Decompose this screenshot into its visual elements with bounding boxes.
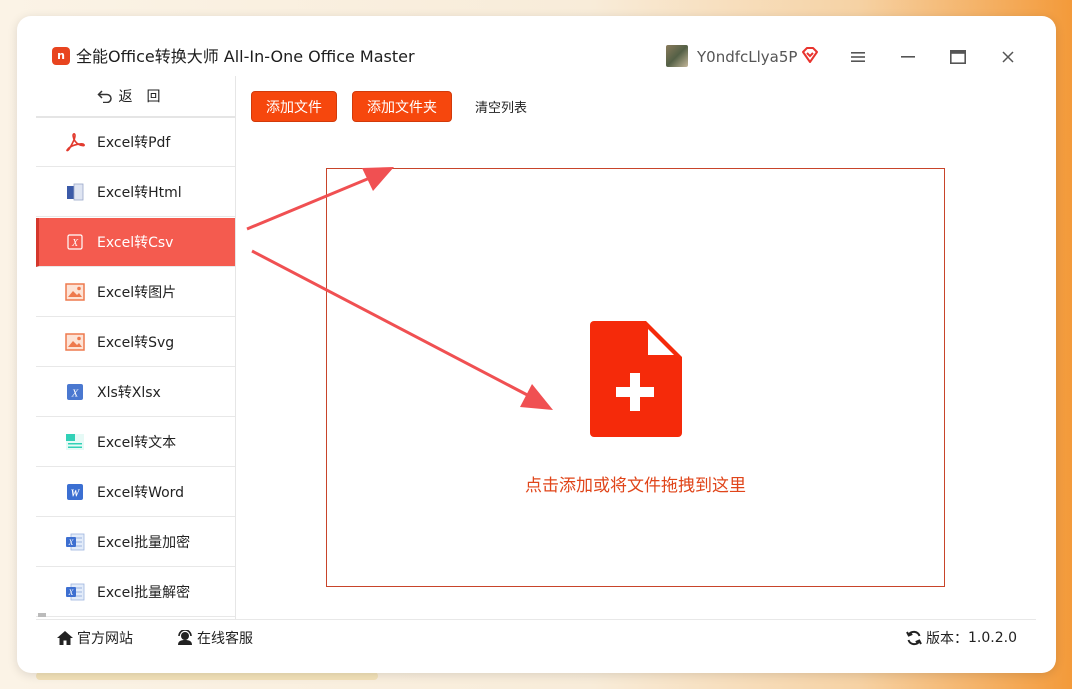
excel-batch-icon: X [65,582,85,602]
footer: 官方网站 在线客服 版本： 1.0.2.0 [36,619,1036,656]
sidebar-item-label: Excel转文本 [97,435,177,451]
sidebar-item-excel-to-word[interactable]: W Excel转Word [36,468,235,517]
sidebar-item-label: Excel转Csv [97,235,174,251]
sidebar-item-label: Excel批量加密 [97,535,191,551]
version-number: 1.0.2.0 [968,630,1017,646]
sidebar-item-label: Xls转Xlsx [97,385,161,401]
close-button[interactable] [993,42,1023,72]
svg-text:X: X [71,388,80,400]
add-file-button[interactable]: 添加文件 [251,91,337,122]
sidebar-item-label: Excel转图片 [97,285,177,301]
drop-hint-text: 点击添加或将文件拖拽到这里 [525,476,746,496]
excel-batch-icon: X [65,532,85,552]
online-support-label: 在线客服 [197,631,253,647]
csv-icon: X [65,232,85,252]
svg-text:W: W [71,489,81,500]
online-support-link[interactable]: 在线客服 [176,628,253,648]
refresh-icon [906,630,922,646]
sidebar-item-xls-to-xlsx[interactable]: X Xls转Xlsx [36,368,235,417]
avatar[interactable] [666,45,688,67]
sidebar-item-label: Excel批量解密 [97,585,191,601]
background-glow [36,672,378,680]
text-icon [65,432,85,452]
sidebar-item-excel-batch-encrypt[interactable]: X Excel批量加密 [36,518,235,567]
app-logo-icon: n [52,47,70,65]
add-file-icon [590,321,682,437]
sidebar-item-label: Excel转Pdf [97,135,171,151]
sidebar-item-excel-to-pdf[interactable]: Excel转Pdf [36,118,235,167]
svg-icon [65,332,85,352]
back-arrow-icon [96,90,112,103]
file-drop-zone[interactable]: 点击添加或将文件拖拽到这里 [326,168,945,587]
version-label: 版本： [926,631,968,647]
word-icon: W [65,482,85,502]
minimize-button[interactable] [893,42,923,72]
sidebar-item-excel-to-csv[interactable]: X Excel转Csv [36,218,235,267]
menu-icon[interactable] [843,42,873,72]
app-window: n 全能Office转换大师 All-In-One Office Master … [17,16,1056,673]
pdf-icon [65,132,85,152]
home-icon [57,631,73,645]
official-website-label: 官方网站 [77,631,133,647]
svg-text:X: X [71,238,79,249]
sidebar-item-excel-to-html[interactable]: Excel转Html [36,168,235,217]
app-title: 全能Office转换大师 All-In-One Office Master [76,47,415,66]
back-label: 返回 [118,89,175,105]
html-icon [65,182,85,202]
sidebar-item-excel-to-text[interactable]: Excel转文本 [36,418,235,467]
back-button[interactable]: 返回 [36,76,235,118]
sidebar-item-excel-to-image[interactable]: Excel转图片 [36,268,235,317]
sidebar-item-excel-batch-decrypt[interactable]: X Excel批量解密 [36,568,235,617]
maximize-button[interactable] [943,42,973,72]
title-bar: n 全能Office转换大师 All-In-One Office Master … [17,16,1056,76]
excel-icon: X [65,382,85,402]
add-folder-button[interactable]: 添加文件夹 [352,91,452,122]
sidebar: 返回 Excel转Pdf Excel转Html X Excel转Csv Exce… [36,76,236,619]
official-website-link[interactable]: 官方网站 [56,628,133,648]
version-info[interactable]: 版本： 1.0.2.0 [906,628,1017,648]
image-icon [65,282,85,302]
support-agent-icon [178,630,192,645]
sidebar-scrollbar[interactable] [38,613,46,617]
sidebar-item-label: Excel转Html [97,185,182,201]
vip-diamond-icon[interactable] [800,45,820,65]
sidebar-item-label: Excel转Word [97,485,185,501]
username[interactable]: Y0ndfcLlya5P [697,47,797,67]
clear-list-button[interactable]: 清空列表 [463,91,539,122]
sidebar-item-excel-to-svg[interactable]: Excel转Svg [36,318,235,367]
sidebar-item-label: Excel转Svg [97,335,175,351]
